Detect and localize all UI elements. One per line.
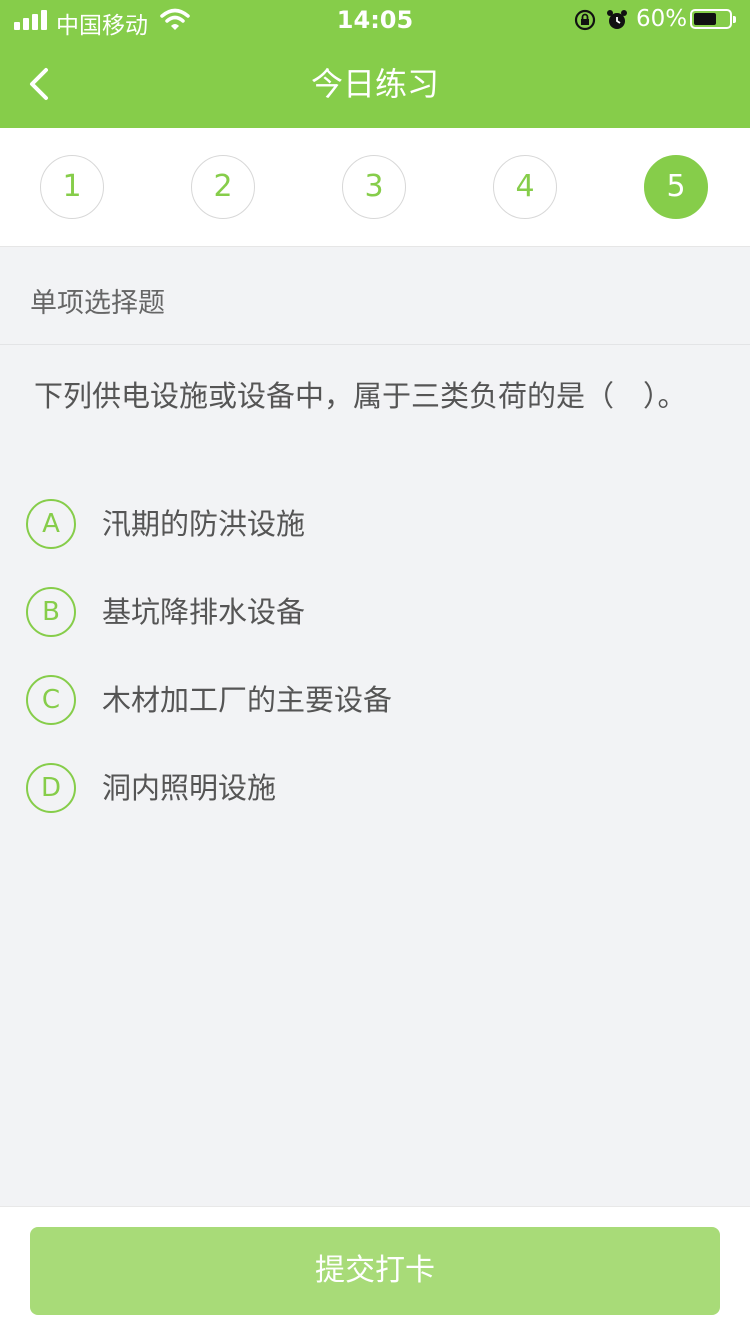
- option-a[interactable]: A 汛期的防洪设施: [26, 499, 716, 551]
- question-type-bar: 单项选择题: [0, 247, 750, 345]
- option-text: 基坑降排水设备: [102, 595, 306, 629]
- option-text: 汛期的防洪设施: [102, 507, 306, 541]
- battery-percent: 60%: [636, 6, 688, 32]
- option-letter: C: [26, 675, 76, 725]
- page-title: 今日练习: [310, 65, 439, 103]
- option-d[interactable]: D 洞内照明设施: [26, 763, 716, 815]
- alarm-icon: [607, 10, 627, 29]
- app-header: 中国移动 14:05 60% 今日练习: [0, 0, 750, 128]
- step-5[interactable]: 5: [644, 155, 708, 219]
- question-type: 单项选择题: [30, 288, 165, 319]
- option-letter: D: [26, 763, 76, 813]
- option-text: 洞内照明设施: [102, 771, 277, 805]
- status-bar: 中国移动 14:05 60%: [0, 0, 750, 40]
- question-text: 下列供电设施或设备中，属于三类负荷的是（ ）。: [34, 379, 687, 413]
- option-b[interactable]: B 基坑降排水设备: [26, 587, 716, 639]
- orientation-lock-icon: [574, 9, 596, 31]
- submit-checkin-button[interactable]: 提交打卡: [30, 1227, 720, 1315]
- step-4[interactable]: 4: [493, 155, 557, 219]
- question-step-nav: 1 2 3 4 5: [0, 128, 750, 247]
- step-1[interactable]: 1: [40, 155, 104, 219]
- option-text: 木材加工厂的主要设备: [102, 683, 393, 717]
- option-letter: B: [26, 587, 76, 637]
- battery-icon: [690, 9, 736, 29]
- step-3[interactable]: 3: [342, 155, 406, 219]
- footer: 提交打卡: [0, 1206, 750, 1335]
- step-2[interactable]: 2: [191, 155, 255, 219]
- option-letter: A: [26, 499, 76, 549]
- option-c[interactable]: C 木材加工厂的主要设备: [26, 675, 716, 727]
